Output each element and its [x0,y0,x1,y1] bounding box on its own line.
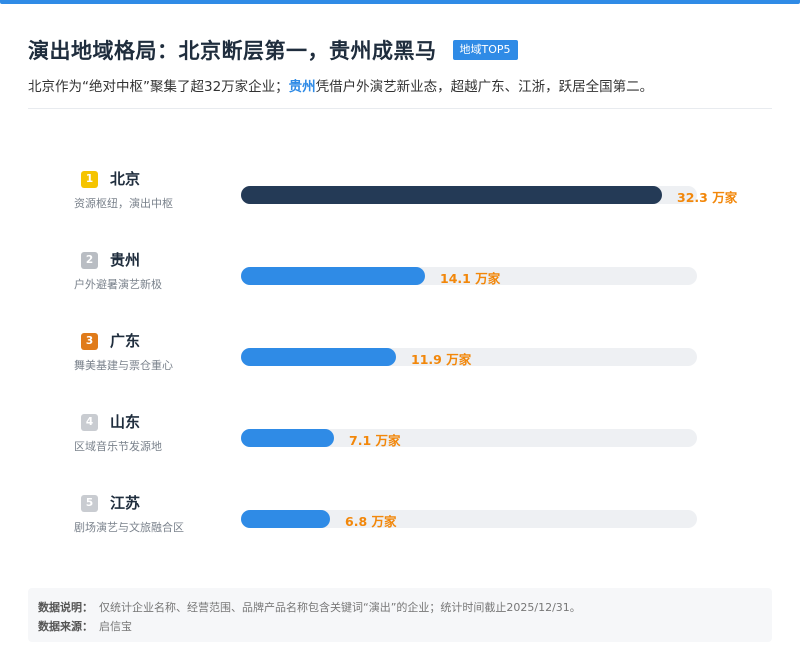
category-description: 区域音乐节发源地 [74,440,162,453]
chart-row: 3 广东舞美基建与票仓重心 11.9 万家 [0,332,800,393]
chart-row: 2 贵州户外避暑演艺新极 14.1 万家 [0,251,800,312]
category-label: 山东 [110,413,141,431]
value-label: 11.9 万家 [411,352,472,367]
category-label: 广东 [110,332,141,350]
bar [241,510,330,528]
bar-track: 14.1 万家 [241,267,697,286]
bar [241,186,662,204]
bar-track: 11.9 万家 [241,348,697,367]
category-description: 舞美基建与票仓重心 [74,359,173,372]
value-label: 7.1 万家 [349,433,401,448]
rank-badge: 3 [81,333,98,350]
category-label: 北京 [110,170,141,188]
chart-row: 1 北京资源枢纽，演出中枢 32.3 万家 [0,170,800,231]
data-source-text: 启信宝 [99,620,132,633]
page-title: 演出地域格局：北京断层第一，贵州成黑马 [28,39,437,63]
bar-track: 7.1 万家 [241,429,697,448]
bar [241,348,396,366]
page-subtitle: 北京作为“绝对中枢”聚集了超32万家企业；贵州凭借户外演艺新业态，超越广东、江浙… [28,75,653,95]
subtitle-highlight: 贵州 [288,79,316,95]
rank-badge: 5 [81,495,98,512]
bar [241,267,425,285]
region-top5-badge: 地域TOP5 [452,40,518,60]
value-label: 6.8 万家 [345,514,397,529]
category-description: 户外避暑演艺新极 [74,278,162,291]
category-description: 剧场演艺与文旅融合区 [74,521,184,534]
rank-badge: 1 [81,171,98,188]
category-label: 江苏 [110,494,141,512]
value-label: 32.3 万家 [677,190,738,205]
data-note-box: 数据说明： 仅统计企业名称、经营范围、品牌产品名称包含关键词“演出”的企业；统计时… [28,588,772,642]
bar-track: 6.8 万家 [241,510,697,529]
bar [241,429,334,447]
data-source-line: 数据来源： 启信宝 [38,618,132,634]
data-note-text: 仅统计企业名称、经营范围、品牌产品名称包含关键词“演出”的企业；统计时间截止20… [99,601,581,614]
value-label: 14.1 万家 [440,271,501,286]
title-row: 演出地域格局：北京断层第一，贵州成黑马 地域TOP5 [28,36,518,64]
category-description: 资源枢纽，演出中枢 [74,197,173,210]
subtitle-text-post: 凭借户外演艺新业态，超越广东、江浙，跃居全国第二。 [315,79,654,95]
data-source-label: 数据来源： [38,620,93,633]
header-divider [28,108,772,109]
data-note-label: 数据说明： [38,601,93,614]
chart-row: 4 山东区域音乐节发源地 7.1 万家 [0,413,800,474]
chart-row: 5 江苏剧场演艺与文旅融合区 6.8 万家 [0,494,800,555]
subtitle-text-pre: 北京作为“绝对中枢”聚集了超32万家企业； [28,79,289,95]
category-label: 贵州 [110,251,141,269]
rank-badge: 4 [81,414,98,431]
bar-track: 32.3 万家 [241,186,737,205]
rank-badge: 2 [81,252,98,269]
data-note-line: 数据说明： 仅统计企业名称、经营范围、品牌产品名称包含关键词“演出”的企业；统计时… [38,599,581,615]
top-accent-bar [0,0,800,4]
